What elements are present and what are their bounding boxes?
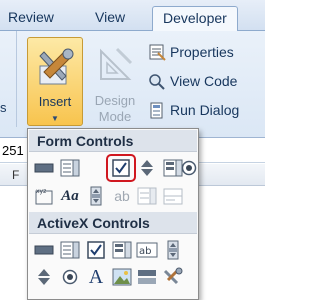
form-label-glyph: Aa xyxy=(61,187,79,204)
ribbon: Review View Developer s Insert ▼ Design … xyxy=(0,0,265,138)
design-mode-label-line1: Design xyxy=(94,93,136,108)
activex-text-box-icon[interactable]: ab xyxy=(136,239,158,261)
run-dialog-button[interactable]: Run Dialog xyxy=(148,99,239,121)
column-header-f[interactable]: F xyxy=(12,168,19,182)
tab-view[interactable]: View xyxy=(95,6,125,31)
formula-bar-fragment: 251 xyxy=(2,143,24,158)
activex-controls-header: ActiveX Controls xyxy=(29,212,197,234)
view-code-button[interactable]: View Code xyxy=(148,70,237,92)
properties-label: Properties xyxy=(170,44,234,60)
design-mode-button[interactable]: Design Mode xyxy=(87,37,143,126)
activex-label-glyph: A xyxy=(88,265,104,288)
activex-scroll-bar-icon[interactable] xyxy=(162,239,184,261)
insert-button[interactable]: Insert ▼ xyxy=(27,37,83,126)
form-group-box-icon[interactable]: xyz xyxy=(33,185,55,207)
view-code-label: View Code xyxy=(170,73,238,89)
tab-developer[interactable]: Developer xyxy=(152,6,238,31)
activex-checkbox-icon[interactable] xyxy=(85,239,107,261)
insert-controls-icon xyxy=(39,48,74,85)
design-mode-icon xyxy=(100,47,133,80)
run-dialog-icon xyxy=(148,101,166,119)
group-divider xyxy=(16,31,17,127)
form-text-field-icon[interactable]: ab xyxy=(111,185,133,207)
svg-text:xyz: xyz xyxy=(36,188,46,195)
form-text-field-glyph: ab xyxy=(114,188,130,204)
activex-toggle-button-icon[interactable] xyxy=(136,266,158,288)
activex-combo-box-icon[interactable] xyxy=(59,239,81,261)
chevron-down-icon: ▼ xyxy=(51,114,59,123)
form-combo-list-edit-icon[interactable] xyxy=(136,185,158,207)
insert-controls-dropdown: Form Controls xyz Aa ab ActiveX Controls xyxy=(27,128,199,300)
activex-option-button-icon[interactable] xyxy=(59,266,81,288)
form-combo-drop-down-edit-icon[interactable] xyxy=(162,185,184,207)
insert-label: Insert xyxy=(38,94,72,109)
activex-more-controls-icon[interactable] xyxy=(162,266,184,288)
form-combo-box-icon[interactable] xyxy=(59,157,81,179)
selected-control-highlight xyxy=(106,154,136,182)
form-controls-title: Form Controls xyxy=(37,133,134,149)
form-scroll-bar-icon[interactable] xyxy=(85,185,107,207)
activex-spin-button-icon[interactable] xyxy=(33,266,55,288)
activex-command-button-icon[interactable] xyxy=(33,239,55,261)
form-button-icon[interactable] xyxy=(33,157,55,179)
ribbon-tab-bar: Review View Developer xyxy=(0,0,265,31)
activex-controls-title: ActiveX Controls xyxy=(37,215,150,231)
form-controls-header: Form Controls xyxy=(29,130,197,152)
tab-review[interactable]: Review xyxy=(8,6,54,31)
form-spin-button-icon[interactable] xyxy=(136,157,158,179)
activex-text-box-glyph: ab xyxy=(139,246,151,257)
design-mode-label-line2: Mode xyxy=(98,109,132,124)
form-label-icon[interactable]: Aa xyxy=(59,185,81,207)
design-mode-label: Design Mode xyxy=(87,93,143,125)
form-option-button-icon[interactable] xyxy=(178,157,200,179)
previous-group-label-fragment: s xyxy=(0,100,7,115)
activex-image-icon[interactable] xyxy=(111,266,133,288)
activex-list-box-icon[interactable] xyxy=(111,239,133,261)
properties-button[interactable]: Properties xyxy=(148,41,234,63)
activex-label-icon[interactable]: A xyxy=(85,266,107,288)
run-dialog-label: Run Dialog xyxy=(170,102,240,118)
view-code-icon xyxy=(148,72,166,90)
properties-icon xyxy=(148,43,166,61)
